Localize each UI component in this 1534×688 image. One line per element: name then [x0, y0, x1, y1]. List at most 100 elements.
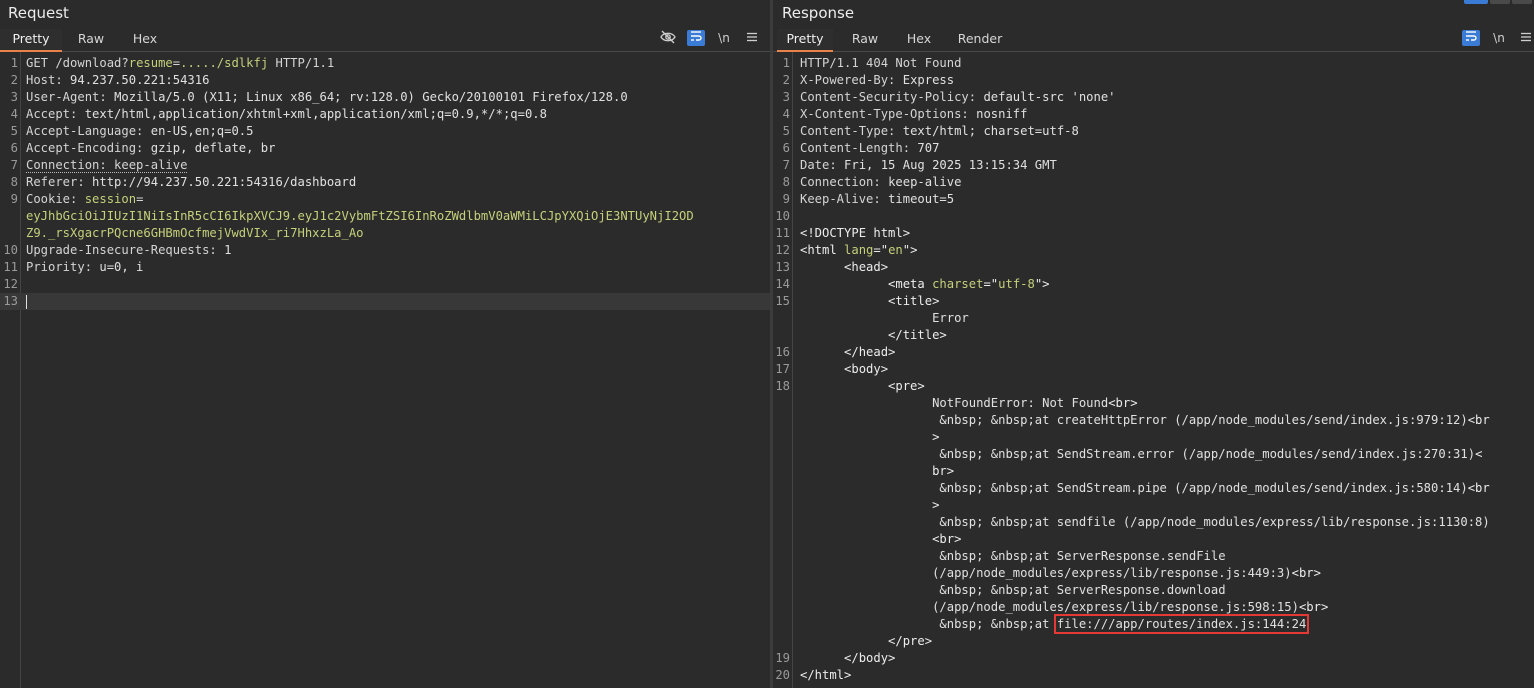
- code-token: 94.237.50.221:54316: [70, 73, 210, 87]
- code-line[interactable]: 19 </body>: [773, 650, 1534, 667]
- code-line[interactable]: 2 Host: 94.237.50.221:54316: [0, 72, 770, 89]
- code-line[interactable]: (/app/node_modules/express/lib/response.…: [773, 565, 1534, 582]
- code-token: HTTP/1.1 404 Not Found: [800, 56, 962, 70]
- response-lines[interactable]: 1 HTTP/1.1 404 Not Found 2 X-Powered-By: Ex…: [773, 55, 1534, 684]
- layout-toggle[interactable]: [1464, 0, 1534, 4]
- code-line[interactable]: &nbsp; &nbsp;at SendStream.error (/app/n…: [773, 446, 1534, 463]
- line-content: eyJhbGciOiJIUzI1NiIsInR5cCI6IkpXVCJ9.eyJ…: [26, 208, 694, 225]
- code-line[interactable]: Z9._rsXgacrPQcne6GHBmOcfmejVwdVIx_ri7Hhx…: [0, 225, 770, 242]
- response-tab-render[interactable]: Render: [951, 29, 1009, 50]
- response-tab-raw[interactable]: Raw: [839, 29, 891, 50]
- code-token: Accept-Encoding:: [26, 141, 151, 155]
- line-content: &nbsp; &nbsp;at ServerResponse.sendFile: [800, 548, 1225, 565]
- response-editor[interactable]: 1 HTTP/1.1 404 Not Found 2 X-Powered-By: Ex…: [773, 52, 1534, 688]
- code-line[interactable]: 17 <body>: [773, 361, 1534, 378]
- line-number: 1: [782, 56, 790, 70]
- code-line[interactable]: &nbsp; &nbsp;at ServerResponse.download: [773, 582, 1534, 599]
- code-line[interactable]: 9 Keep-Alive: timeout=5: [773, 191, 1534, 208]
- request-tab-hex[interactable]: Hex: [120, 29, 170, 50]
- code-token: utf-8: [998, 277, 1035, 291]
- code-line[interactable]: 4 Accept: text/html,application/xhtml+xml…: [0, 106, 770, 123]
- code-line[interactable]: &nbsp; &nbsp;at createHttpError (/app/no…: [773, 412, 1534, 429]
- code-line[interactable]: &nbsp; &nbsp;at SendStream.pipe (/app/no…: [773, 480, 1534, 497]
- code-token: >: [800, 430, 940, 444]
- code-line[interactable]: 6 Accept-Encoding: gzip, deflate, br: [0, 140, 770, 157]
- code-line[interactable]: >: [773, 497, 1534, 514]
- code-line[interactable]: NotFoundError: Not Found<br>: [773, 395, 1534, 412]
- request-lines[interactable]: 1 GET /download?resume=...../sdlkfj HTTP/…: [0, 55, 770, 310]
- code-token: &nbsp; &nbsp;at sendfile (/app/node_modu…: [800, 515, 1490, 529]
- code-line[interactable]: 1 HTTP/1.1 404 Not Found: [773, 55, 1534, 72]
- code-token: Mozilla/5.0 (X11; Linux x86_64; rv:128.0…: [114, 90, 628, 104]
- code-line[interactable]: 8 Connection: keep-alive: [773, 174, 1534, 191]
- code-line[interactable]: 7 Connection: keep-alive: [0, 157, 770, 174]
- response-tab-pretty[interactable]: Pretty: [777, 29, 833, 52]
- code-line[interactable]: 2 X-Powered-By: Express: [773, 72, 1534, 89]
- code-token: <head>: [800, 260, 889, 274]
- code-line[interactable]: </title>: [773, 327, 1534, 344]
- eye-off-icon[interactable]: [659, 30, 677, 46]
- line-content: Upgrade-Insecure-Requests: 1: [26, 242, 231, 259]
- line-number: 15: [775, 294, 790, 308]
- code-line[interactable]: 8 Referer: http://94.237.50.221:54316/das…: [0, 174, 770, 191]
- code-line[interactable]: 6 Content-Length: 707: [773, 140, 1534, 157]
- code-token: GET /download?: [26, 56, 129, 70]
- code-token: <: [1475, 447, 1483, 461]
- code-token: Fri, 15 Aug 2025 13:15:34 GMT: [844, 158, 1057, 172]
- code-line[interactable]: br>: [773, 463, 1534, 480]
- code-token: u=0, i: [99, 260, 144, 274]
- code-line[interactable]: 15 <title>: [773, 293, 1534, 310]
- request-tab-pretty[interactable]: Pretty: [0, 29, 62, 52]
- newline-toggle[interactable]: \n: [715, 30, 733, 46]
- response-tab-hex[interactable]: Hex: [897, 29, 941, 50]
- code-line[interactable]: &nbsp; &nbsp;at ServerResponse.sendFile: [773, 548, 1534, 565]
- code-token: Accept-Language:: [26, 124, 151, 138]
- newline-toggle[interactable]: \n: [1490, 30, 1508, 46]
- code-line[interactable]: 4 X-Content-Type-Options: nosniff: [773, 106, 1534, 123]
- wrap-icon[interactable]: [1462, 30, 1480, 46]
- code-line[interactable]: 1 GET /download?resume=...../sdlkfj HTTP/…: [0, 55, 770, 72]
- code-line[interactable]: >: [773, 429, 1534, 446]
- code-token: <br>: [1298, 600, 1329, 614]
- code-line[interactable]: Error: [773, 310, 1534, 327]
- code-line[interactable]: </pre>: [773, 633, 1534, 650]
- code-token: 1: [224, 243, 232, 257]
- code-line[interactable]: 14 <meta charset="utf-8">: [773, 276, 1534, 293]
- code-line[interactable]: eyJhbGciOiJIUzI1NiIsInR5cCI6IkpXVCJ9.eyJ…: [0, 208, 770, 225]
- code-line[interactable]: 3 Content-Security-Policy: default-src 'n…: [773, 89, 1534, 106]
- request-tab-raw[interactable]: Raw: [62, 29, 120, 50]
- code-line[interactable]: 3 User-Agent: Mozilla/5.0 (X11; Linux x86…: [0, 89, 770, 106]
- code-line[interactable]: 13 <head>: [773, 259, 1534, 276]
- line-content: &nbsp; &nbsp;at SendStream.error (/app/n…: [800, 446, 1482, 463]
- code-line[interactable]: 20 </html>: [773, 667, 1534, 684]
- code-token: =: [136, 192, 144, 206]
- code-line[interactable]: (/app/node_modules/express/lib/response.…: [773, 599, 1534, 616]
- wrap-icon[interactable]: [687, 30, 705, 46]
- line-content: NotFoundError: Not Found<br>: [800, 395, 1137, 412]
- code-line[interactable]: 12 <html lang="en">: [773, 242, 1534, 259]
- code-line[interactable]: 16 </head>: [773, 344, 1534, 361]
- code-line[interactable]: 7 Date: Fri, 15 Aug 2025 13:15:34 GMT: [773, 157, 1534, 174]
- code-line[interactable]: 11 Priority: u=0, i: [0, 259, 770, 276]
- code-token: <br>: [800, 532, 962, 546]
- code-line[interactable]: 11 <!DOCTYPE html>: [773, 225, 1534, 242]
- menu-icon[interactable]: [1517, 30, 1534, 46]
- code-line[interactable]: 12: [0, 276, 770, 293]
- code-token: &nbsp; &nbsp;at SendStream.error (/app/n…: [800, 447, 1476, 461]
- code-line[interactable]: 10: [773, 208, 1534, 225]
- code-line[interactable]: &nbsp; &nbsp;at sendfile (/app/node_modu…: [773, 514, 1534, 531]
- line-content: Content-Type: text/html; charset=utf-8: [800, 123, 1079, 140]
- code-line[interactable]: 13: [0, 293, 770, 310]
- code-line[interactable]: 18 <pre>: [773, 378, 1534, 395]
- code-line[interactable]: <br>: [773, 531, 1534, 548]
- line-number: 6: [10, 141, 18, 155]
- code-line[interactable]: 5 Content-Type: text/html; charset=utf-8: [773, 123, 1534, 140]
- code-line[interactable]: 5 Accept-Language: en-US,en;q=0.5: [0, 123, 770, 140]
- code-line[interactable]: 10 Upgrade-Insecure-Requests: 1: [0, 242, 770, 259]
- request-editor[interactable]: 1 GET /download?resume=...../sdlkfj HTTP/…: [0, 52, 770, 688]
- code-token: X-Powered-By:: [800, 73, 903, 87]
- code-line[interactable]: &nbsp; &nbsp;at file:///app/routes/index…: [773, 614, 1534, 634]
- line-content: Accept: text/html,application/xhtml+xml,…: [26, 106, 547, 123]
- menu-icon[interactable]: [743, 30, 761, 46]
- code-line[interactable]: 9 Cookie: session=: [0, 191, 770, 208]
